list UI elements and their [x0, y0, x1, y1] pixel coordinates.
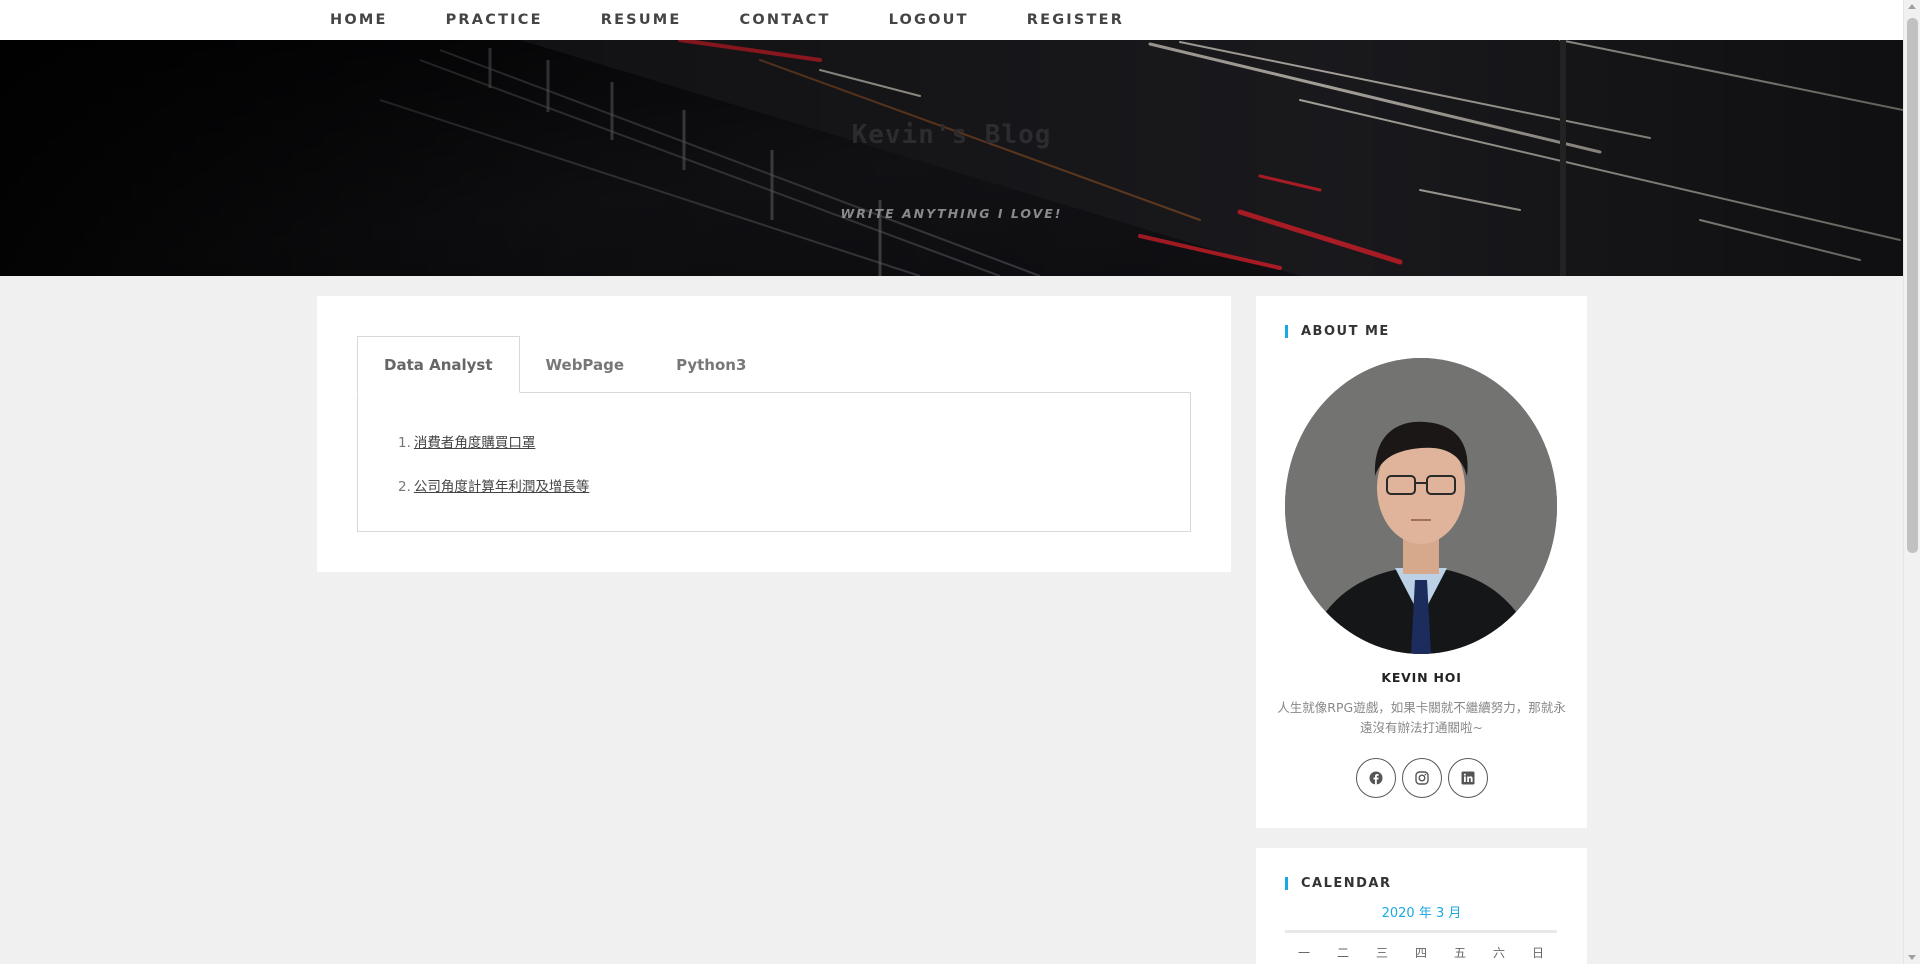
nav-item-contact[interactable]: CONTACT: [740, 12, 831, 28]
weekday-fri: 五: [1453, 946, 1466, 960]
instagram-icon: [1414, 771, 1429, 785]
profile-bio: 人生就像RPG遊戲，如果卡關就不繼續努力，那就永遠沒有辦法打通關啦~: [1277, 700, 1566, 735]
top-navigation: HOME PRACTICE RESUME CONTACT LOGOUT REGI…: [0, 0, 1903, 40]
site-title[interactable]: Kevin's Blog: [0, 120, 1903, 150]
facebook-icon: [1369, 771, 1382, 785]
weekday-tue: 二: [1336, 946, 1349, 960]
facebook-link[interactable]: [1355, 758, 1396, 798]
calendar-widget: CALENDAR 2020 年 3 月 一 二 三 四 五 六 日: [1256, 848, 1587, 964]
instagram-link[interactable]: [1401, 758, 1442, 798]
weekday-wed: 三: [1375, 946, 1388, 960]
about-me-widget: ABOUT ME KEVIN HOI 人生就像RPG遊戲，如果卡關就不繼續努力，…: [1256, 296, 1587, 828]
nav-item-register[interactable]: REGISTER: [1027, 12, 1124, 28]
nav-item-home[interactable]: HOME: [330, 12, 388, 28]
list-item-number: 1.: [398, 435, 411, 451]
tab-panel: 1. 消費者角度購買口罩 2. 公司角度計算年利潤及增長等: [357, 392, 1191, 532]
tab-data-analyst[interactable]: Data Analyst: [357, 336, 520, 393]
list-item: 1. 消費者角度購買口罩: [398, 431, 589, 451]
tab-python3[interactable]: Python3: [650, 336, 772, 393]
tab-bar: Data Analyst WebPage Python3: [357, 336, 772, 393]
calendar-divider: [1285, 930, 1557, 933]
tab-webpage[interactable]: WebPage: [520, 336, 651, 393]
page-scrollbar[interactable]: [1903, 0, 1920, 964]
social-links: [1256, 758, 1587, 798]
article-list: 1. 消費者角度購買口罩 2. 公司角度計算年利潤及增長等: [398, 431, 589, 519]
linkedin-icon: [1461, 771, 1474, 785]
scroll-up-arrow-icon[interactable]: [1908, 4, 1916, 9]
calendar-month: 2020 年 3 月: [1381, 906, 1462, 921]
linkedin-link[interactable]: [1447, 758, 1488, 798]
site-tagline: WRITE ANYTHING I LOVE!: [840, 206, 1063, 221]
article-link-mask-purchase[interactable]: 消費者角度購買口罩: [414, 435, 536, 451]
weekday-thu: 四: [1414, 946, 1427, 960]
nav-item-logout[interactable]: LOGOUT: [889, 12, 969, 28]
scrollbar-thumb[interactable]: [1907, 18, 1918, 553]
article-link-company-profit[interactable]: 公司角度計算年利潤及增長等: [414, 479, 590, 495]
main-content-card: Data Analyst WebPage Python3 1. 消費者角度購買口罩…: [317, 296, 1231, 572]
profile-name: KEVIN HOI: [1381, 670, 1462, 685]
weekday-sun: 日: [1531, 946, 1544, 960]
weekday-mon: 一: [1297, 946, 1310, 960]
list-item: 2. 公司角度計算年利潤及增長等: [398, 475, 589, 495]
scroll-down-arrow-icon[interactable]: [1908, 955, 1916, 960]
calendar-title: CALENDAR: [1285, 876, 1392, 891]
nav-item-practice[interactable]: PRACTICE: [446, 12, 543, 28]
hero-banner: Kevin's Blog WRITE ANYTHING I LOVE!: [0, 40, 1903, 276]
hero-background-image: [0, 40, 1903, 276]
nav-menu: HOME PRACTICE RESUME CONTACT LOGOUT REGI…: [330, 0, 1182, 40]
list-item-number: 2.: [398, 479, 411, 495]
about-me-title: ABOUT ME: [1285, 324, 1390, 339]
calendar-weekday-header: 一 二 三 四 五 六 日: [1285, 944, 1557, 961]
nav-item-resume[interactable]: RESUME: [601, 12, 682, 28]
weekday-sat: 六: [1492, 946, 1505, 960]
avatar: [1285, 358, 1557, 654]
